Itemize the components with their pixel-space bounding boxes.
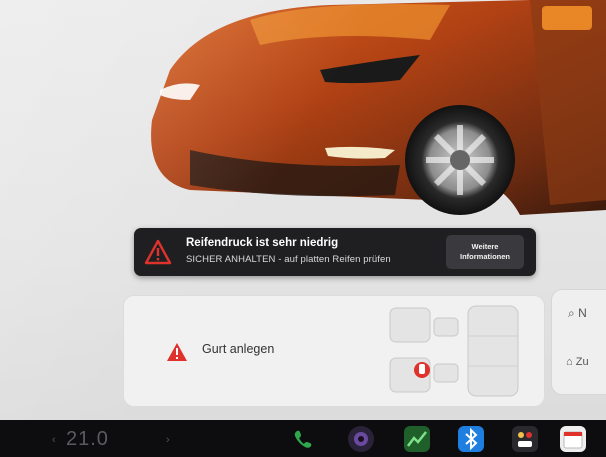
navigate-label: Zu <box>575 356 589 368</box>
temp-up-chevron-icon[interactable]: › <box>166 434 170 446</box>
alert-title: Reifendruck ist sehr niedrig <box>186 237 339 249</box>
search-icon: ⌕ <box>568 306 575 320</box>
search-button[interactable]: ⌕ N <box>568 306 587 321</box>
home-icon: ⌂ <box>566 356 573 368</box>
cabin-temperature[interactable]: 21.0 <box>66 428 109 451</box>
more-info-button[interactable]: Weitere Informationen <box>446 235 524 269</box>
temp-down-chevron-icon[interactable]: ‹ <box>52 434 56 446</box>
navigate-button[interactable]: ⌂ Zu <box>566 356 589 368</box>
display-screen: Reifendruck ist sehr niedrig SICHER ANHA… <box>0 0 606 420</box>
tire-pressure-alert[interactable]: Reifendruck ist sehr niedrig SICHER ANHA… <box>134 228 536 276</box>
camera-icon[interactable] <box>348 426 374 452</box>
warning-triangle-icon <box>167 343 187 361</box>
bluetooth-icon[interactable] <box>458 426 484 452</box>
energy-chart-icon[interactable] <box>404 426 430 452</box>
seatbelt-label: Gurt anlegen <box>202 342 275 356</box>
vehicle-render <box>151 0 606 215</box>
more-info-label-line2: Informationen <box>460 252 510 261</box>
app-launcher-icon[interactable] <box>512 426 538 452</box>
warning-triangle-icon <box>144 239 172 265</box>
seat-map <box>389 305 519 397</box>
seatbelt-card[interactable]: Gurt anlegen <box>124 296 544 406</box>
search-label: N <box>578 306 587 320</box>
more-info-label-line1: Weitere <box>471 242 499 251</box>
side-panel: ⌕ N ⌂ Zu <box>552 290 606 394</box>
alert-subtitle: SICHER ANHALTEN - auf platten Reifen prü… <box>186 254 391 265</box>
calendar-icon[interactable] <box>560 426 586 452</box>
phone-icon[interactable] <box>290 426 316 452</box>
